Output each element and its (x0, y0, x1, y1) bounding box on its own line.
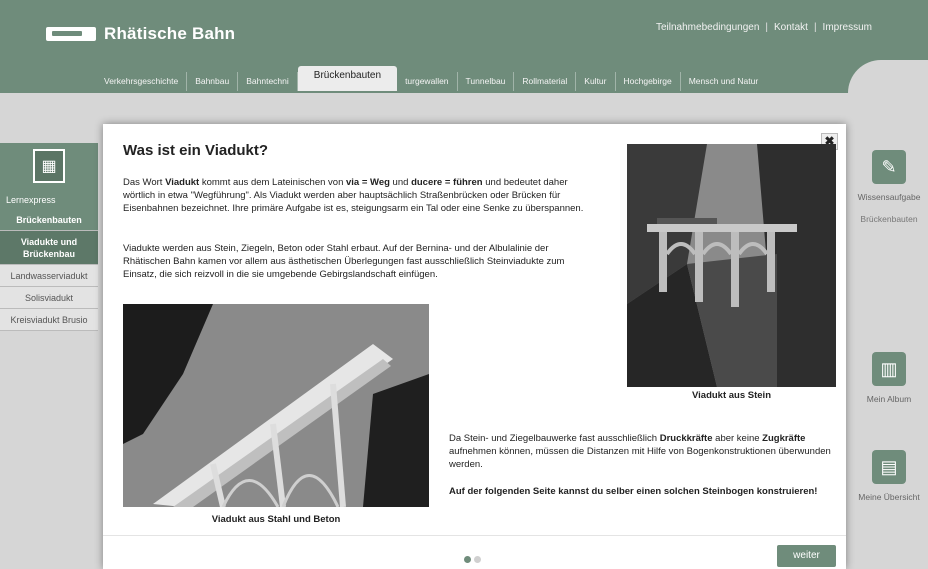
dialog-divider (103, 535, 846, 536)
link-separator: | (813, 22, 817, 33)
wissensaufgabe-tile[interactable]: ✎ Wissensaufgabe (850, 150, 928, 202)
nav-bahnbau[interactable]: Bahnbau (187, 72, 239, 91)
text-segment: Das Wort (123, 177, 166, 188)
uebersicht-tile[interactable]: ▤ Meine Übersicht (850, 450, 928, 502)
page-dot-2[interactable] (474, 556, 481, 563)
stone-viaduct-caption: Viadukt aus Stein (691, 390, 771, 401)
nav-verkehrsgeschichte[interactable]: Verkehrsgeschichte (96, 72, 188, 91)
lernexpress-label: Lernexpress (6, 195, 56, 205)
train-icon: ▦ (33, 149, 65, 183)
left-sidebar: ▦ Lernexpress Brückenbauten Viadukte und… (0, 143, 98, 331)
text-segment: und (389, 177, 412, 188)
steel-viaduct-caption: Viadukt aus Stahl und Beton (211, 514, 341, 525)
sidebar-item-viadukte-line2: Brückenbau (22, 249, 75, 259)
text-bold: ducere = führen (411, 177, 483, 188)
nav-rollmaterial[interactable]: Rollmaterial (514, 72, 577, 91)
right-sidebar: ✎ Wissensaufgabe Brückenbauten ▥ Mein Al… (850, 150, 928, 502)
text-bold: Druckkräfte (659, 433, 713, 444)
nav-hochgebirge[interactable]: Hochgebirge (616, 72, 681, 91)
page-dot-1[interactable] (464, 556, 471, 563)
link-separator: | (765, 22, 769, 33)
clipboard-icon: ▤ (872, 450, 906, 484)
nav-kultur[interactable]: Kultur (576, 72, 616, 91)
rhb-logo[interactable]: Rhätische Bahn (46, 24, 235, 44)
logo-text: Rhätische Bahn (104, 24, 236, 43)
materials-paragraph: Viadukte werden aus Stein, Ziegeln, Beto… (123, 243, 565, 280)
wissensaufgabe-label: Wissensaufgabe (857, 192, 921, 202)
sidebar-item-viadukte-line1: Viadukte und (20, 237, 78, 247)
main-nav: Verkehrsgeschichte Bahnbau Bahntechni Br… (96, 66, 766, 91)
text-bold: via = Weg (346, 177, 390, 188)
sidebar-item-brueckenbauten[interactable]: Brückenbauten (0, 209, 98, 231)
sidebar-item-landwasserviadukt[interactable]: Landwasserviadukt (0, 265, 98, 287)
link-teilnahmebedingungen[interactable]: Teilnahmebedingungen (656, 22, 759, 33)
album-label: Mein Album (866, 394, 912, 404)
stone-viaduct-photo (627, 144, 836, 387)
text-segment: aber keine (712, 433, 763, 444)
sidebar-item-solisviadukt[interactable]: Solisviadukt (0, 287, 98, 309)
nav-mensch-und-natur[interactable]: Mensch und Natur (681, 72, 766, 91)
intro-paragraph: Das Wort Viadukt kommt aus dem Lateinisc… (123, 176, 593, 215)
sidebar-item-kreisviadukt-brusio[interactable]: Kreisviadukt Brusio (0, 309, 98, 331)
top-links: Teilnahmebedingungen | Kontakt | Impress… (656, 22, 872, 33)
pagination-dots (464, 556, 481, 563)
album-tile[interactable]: ▥ Mein Album (850, 352, 928, 404)
text-bold: Viadukt (165, 177, 200, 188)
sidebar-item-viadukte[interactable]: Viadukte und Brückenbau (0, 231, 98, 265)
text-bold: Zugkräfte (762, 433, 806, 444)
forces-paragraph: Da Stein- und Ziegelbauwerke fast aussch… (449, 432, 839, 471)
header-curve (848, 60, 928, 93)
viadukt-dialog: ✖ Was ist ein Viadukt? Das Wort Viadukt … (103, 124, 846, 569)
text-segment: Da Stein- und Ziegelbauwerke fast aussch… (449, 433, 660, 444)
lernexpress-tile[interactable]: ▦ Lernexpress (0, 143, 98, 209)
text-segment: kommt aus dem Lateinischen von (199, 177, 346, 188)
nav-tunnelbau[interactable]: Tunnelbau (458, 72, 515, 91)
link-impressum[interactable]: Impressum (823, 22, 872, 33)
dialog-title: Was ist ein Viadukt? (123, 142, 269, 159)
text-segment: aufnehmen können, müssen die Distanzen m… (449, 446, 831, 470)
next-page-hint: Auf der folgenden Seite kannst du selber… (449, 486, 818, 497)
album-icon: ▥ (872, 352, 906, 386)
pencil-icon: ✎ (872, 150, 906, 184)
right-brueckenbauten-label: Brückenbauten (860, 214, 918, 224)
site-header: Rhätische Bahn Teilnahmebedingungen | Ko… (0, 0, 928, 93)
nav-brueckenbauten[interactable]: Brückenbauten (297, 66, 398, 91)
link-kontakt[interactable]: Kontakt (774, 22, 808, 33)
nav-naturgewalten[interactable]: turgewallen (397, 72, 458, 91)
next-button[interactable]: weiter (777, 545, 836, 567)
nav-bahntechnik[interactable]: Bahntechni (238, 72, 298, 91)
uebersicht-label: Meine Übersicht (858, 492, 920, 502)
steel-viaduct-photo (123, 304, 429, 507)
train-logo-icon (46, 27, 96, 41)
